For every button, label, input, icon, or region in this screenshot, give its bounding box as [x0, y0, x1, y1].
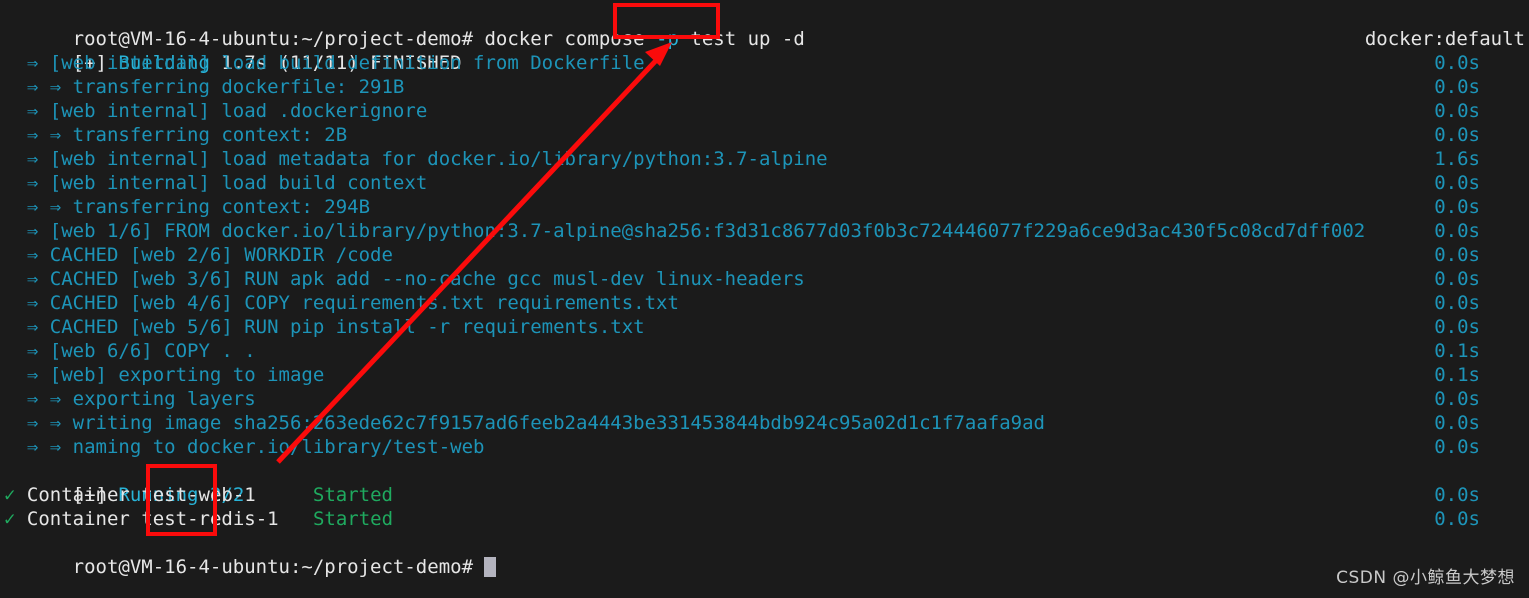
- step-text: CACHED [web 3/6] RUN apk add --no-cache …: [49, 268, 805, 290]
- build-step-line: ⇒ CACHED [web 4/6] COPY requirements.txt…: [0, 291, 1529, 315]
- step-duration: 0.0s: [1434, 220, 1480, 242]
- step-text: [web] exporting to image: [49, 364, 325, 386]
- step-arrow: ⇒ ⇒: [4, 196, 73, 218]
- step-duration: 0.0s: [1434, 268, 1480, 290]
- step-text: transferring context: 2B: [72, 124, 348, 146]
- container-name-padding: [279, 508, 290, 530]
- step-duration: 0.0s: [1434, 388, 1480, 410]
- step-arrow: ⇒: [4, 220, 50, 242]
- step-duration: 0.0s: [1434, 316, 1480, 338]
- step-text: naming to docker.io/library/test-web: [72, 436, 485, 458]
- watermark-text: CSDN @小鲸鱼大梦想: [1336, 568, 1515, 588]
- step-text: [web internal] load build context: [49, 172, 428, 194]
- build-step-line: ⇒ ⇒ exporting layers 0.0s: [0, 387, 1529, 411]
- check-icon: ✓: [4, 484, 16, 506]
- build-step-line: ⇒ CACHED [web 2/6] WORKDIR /code 0.0s: [0, 243, 1529, 267]
- step-duration: 0.0s: [1434, 172, 1480, 194]
- step-arrow: ⇒ ⇒: [4, 76, 73, 98]
- step-duration: 1.6s: [1434, 148, 1480, 170]
- step-arrow: ⇒ ⇒: [4, 436, 73, 458]
- container-status: Started: [312, 508, 394, 530]
- step-arrow: ⇒: [4, 340, 50, 362]
- step-duration: 0.1s: [1434, 364, 1480, 386]
- step-text: [web internal] load build definition fro…: [49, 52, 645, 74]
- builder-name: docker:default: [1364, 28, 1525, 50]
- build-step-line: ⇒ [web internal] load build definition f…: [0, 51, 1529, 75]
- text-cursor: [484, 557, 497, 577]
- container-duration: 0.0s: [1434, 484, 1480, 506]
- step-duration: 0.0s: [1434, 76, 1480, 98]
- step-duration: 0.0s: [1434, 412, 1480, 434]
- container-name-padding: [256, 484, 290, 506]
- step-duration: 0.0s: [1434, 100, 1480, 122]
- container-name: test-web-1: [141, 484, 256, 506]
- step-duration: 0.0s: [1434, 436, 1480, 458]
- step-text: CACHED [web 5/6] RUN pip install -r requ…: [49, 316, 645, 338]
- step-duration: 0.0s: [1434, 244, 1480, 266]
- step-arrow: ⇒: [4, 268, 50, 290]
- step-arrow: ⇒: [4, 100, 50, 122]
- build-step-line: ⇒ ⇒ transferring dockerfile: 291B 0.0s: [0, 75, 1529, 99]
- step-arrow: ⇒ ⇒: [4, 412, 73, 434]
- step-arrow: ⇒: [4, 364, 50, 386]
- container-status: Started: [312, 484, 393, 506]
- step-arrow: ⇒: [4, 292, 50, 314]
- step-text: CACHED [web 2/6] WORKDIR /code: [49, 244, 393, 266]
- container-duration: 0.0s: [1434, 508, 1480, 530]
- build-step-line: ⇒ CACHED [web 3/6] RUN apk add --no-cach…: [0, 267, 1529, 291]
- command-prompt-line: root@VM-16-4-ubuntu:~/project-demo# dock…: [0, 3, 1529, 50]
- step-text: CACHED [web 4/6] COPY requirements.txt r…: [49, 292, 679, 314]
- bottom-prompt-line: root@VM-16-4-ubuntu:~/project-demo#: [0, 531, 1529, 578]
- step-arrow: ⇒: [4, 148, 50, 170]
- build-step-line: ⇒ ⇒ transferring context: 294B 0.0s: [0, 195, 1529, 219]
- container-status-line: ✓ Container test-web-1 Started 0.0s: [0, 483, 1529, 507]
- build-steps: ⇒ [web internal] load build definition f…: [0, 51, 1529, 459]
- build-step-line: ⇒ [web internal] load build context 0.0s: [0, 171, 1529, 195]
- build-step-line: ⇒ ⇒ naming to docker.io/library/test-web…: [0, 435, 1529, 459]
- step-text: [web internal] load metadata for docker.…: [49, 148, 828, 170]
- step-arrow: ⇒ ⇒: [4, 124, 73, 146]
- step-duration: 0.0s: [1434, 124, 1480, 146]
- step-text: exporting layers: [72, 388, 256, 410]
- step-arrow: ⇒: [4, 52, 50, 74]
- step-text: transferring dockerfile: 291B: [72, 76, 405, 98]
- container-status-line: ✓ Container test-redis-1 Started 0.0s: [0, 507, 1529, 531]
- build-header-line: [+] Building 1.7s (11/11) FINISHED docke…: [0, 27, 1529, 74]
- step-arrow: ⇒ ⇒: [4, 388, 73, 410]
- build-step-line: ⇒ [web internal] load .dockerignore 0.0s: [0, 99, 1529, 123]
- bottom-prompt-text: root@VM-16-4-ubuntu:~/project-demo#: [72, 556, 485, 578]
- build-step-line: ⇒ ⇒ transferring context: 2B 0.0s: [0, 123, 1529, 147]
- step-text: transferring context: 294B: [72, 196, 371, 218]
- container-name: test-redis-1: [141, 508, 279, 530]
- build-step-line: ⇒ [web 6/6] COPY . . 0.1s: [0, 339, 1529, 363]
- step-text: [web internal] load .dockerignore: [49, 100, 428, 122]
- container-status-list: ✓ Container test-web-1 Started 0.0s ✓ Cont…: [0, 483, 1529, 531]
- step-duration: 0.1s: [1434, 340, 1480, 362]
- running-header-line: [+] Running 2/2: [0, 459, 1529, 506]
- step-duration: 0.0s: [1434, 52, 1480, 74]
- terminal-output: root@VM-16-4-ubuntu:~/project-demo# dock…: [0, 0, 1529, 578]
- check-icon: ✓: [4, 508, 16, 530]
- build-step-line: ⇒ [web 1/6] FROM docker.io/library/pytho…: [0, 219, 1529, 243]
- step-text: [web 1/6] FROM docker.io/library/python:…: [49, 220, 1366, 242]
- build-step-line: ⇒ CACHED [web 5/6] RUN pip install -r re…: [0, 315, 1529, 339]
- step-duration: 0.0s: [1434, 292, 1480, 314]
- step-text: [web 6/6] COPY . .: [49, 340, 256, 362]
- step-text: writing image sha256:263ede62c7f9157ad6f…: [72, 412, 1045, 434]
- build-step-line: ⇒ [web internal] load metadata for docke…: [0, 147, 1529, 171]
- build-step-line: ⇒ ⇒ writing image sha256:263ede62c7f9157…: [0, 411, 1529, 435]
- terminal-window[interactable]: root@VM-16-4-ubuntu:~/project-demo# dock…: [0, 0, 1529, 598]
- step-arrow: ⇒: [4, 244, 50, 266]
- build-step-line: ⇒ [web] exporting to image 0.1s: [0, 363, 1529, 387]
- step-arrow: ⇒: [4, 172, 50, 194]
- container-label: Container: [26, 484, 130, 506]
- step-duration: 0.0s: [1434, 196, 1480, 218]
- container-label: Container: [26, 508, 130, 530]
- step-arrow: ⇒: [4, 316, 50, 338]
